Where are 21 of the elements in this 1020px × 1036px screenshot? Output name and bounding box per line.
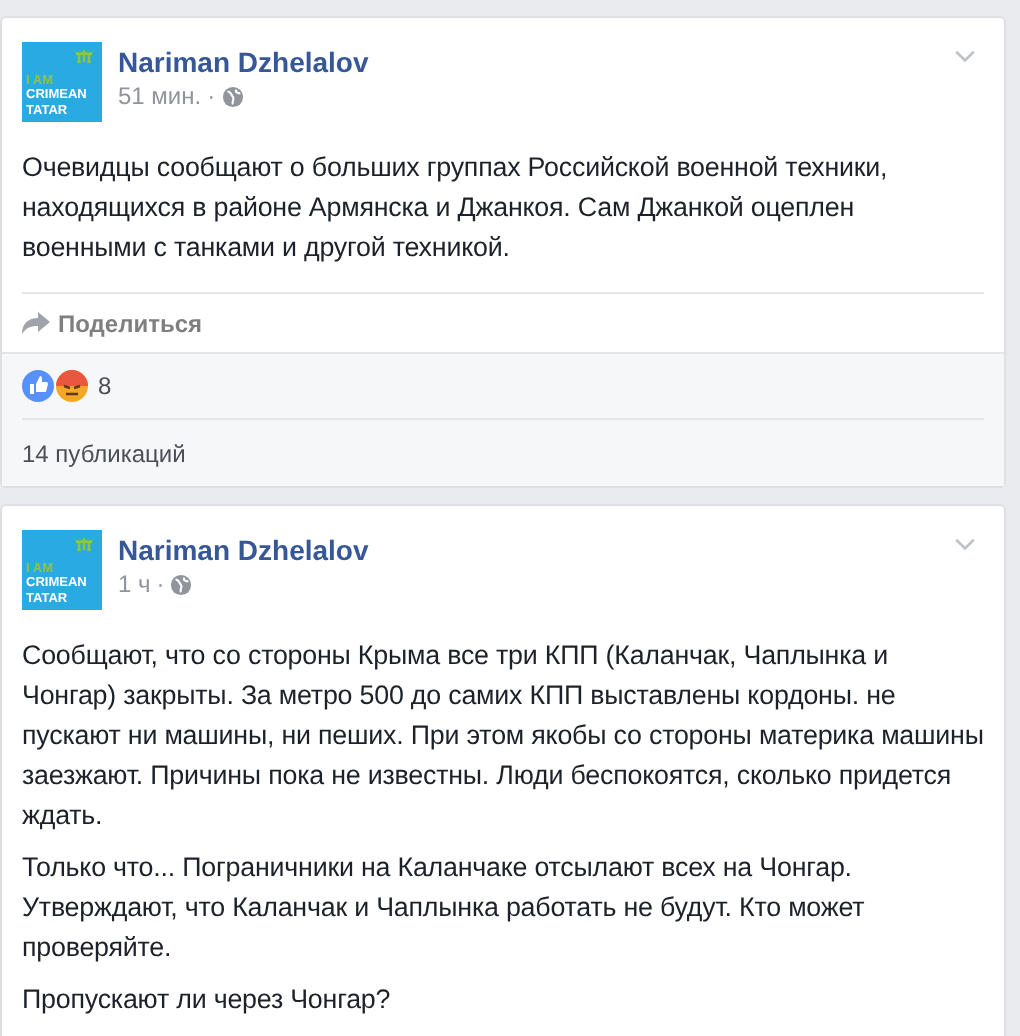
- post-text: Пропускают ли через Чонгар?: [22, 982, 393, 1018]
- globe-icon[interactable]: [170, 573, 193, 595]
- angry-face-icon[interactable]: [56, 370, 88, 402]
- share-button[interactable]: Поделиться: [22, 305, 203, 341]
- post-text: Только что... Пограничники на Каланчаке отсылают всех на Чонгар. Утверждают, что Каланчак и Чаплынка работать не будут. Кто может проверяйте.: [22, 850, 867, 966]
- chevron-down-icon[interactable]: [954, 538, 976, 552]
- post-time[interactable]: 51 мин.: [118, 80, 202, 112]
- post-text: Очевидцы сообщают о больших группах Российской военной техники, находящихся в районе Армянска и Джанкоя. Сам Джанкой оцеплен военными с танками и другой техникой.: [22, 150, 890, 266]
- post-time[interactable]: 1 ч: [118, 568, 151, 600]
- author-link[interactable]: Nariman Dzhelalov: [118, 532, 369, 568]
- chevron-down-icon[interactable]: [954, 50, 976, 64]
- separator: ·: [207, 80, 216, 112]
- tamga-icon: [74, 538, 94, 552]
- reaction-count[interactable]: 8: [98, 368, 112, 404]
- shares-link[interactable]: 14 публикаций: [22, 435, 186, 471]
- post-text: Сообщают, что со стороны Крыма все три КПП (Каланчак, Чаплынка и Чонгар) закрыты. За метро 500 до самих КПП выставлены кордоны. не пускают ни машины, ни пеших. При этом якобы со стороны материка машины заезжают. Причины пока не известны. Люди беспокоятся, сколько придется ждать.: [22, 638, 984, 834]
- author-link[interactable]: Nariman Dzhelalov: [118, 44, 369, 80]
- tamga-icon: [74, 50, 94, 64]
- share-arrow-icon: [22, 311, 50, 335]
- globe-icon[interactable]: [221, 85, 244, 107]
- separator: ·: [156, 568, 165, 600]
